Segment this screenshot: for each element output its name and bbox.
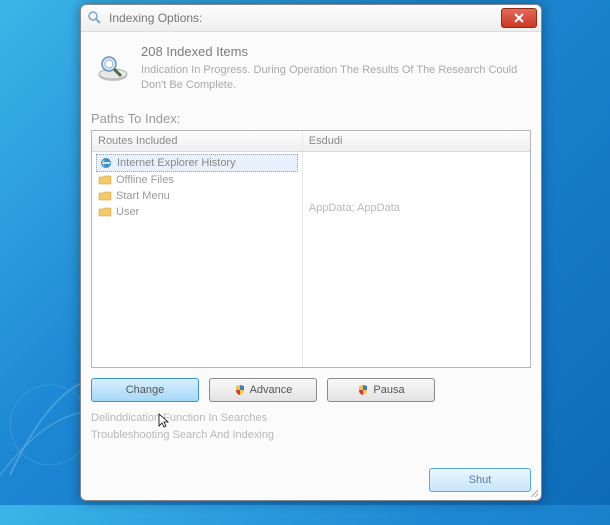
advanced-button[interactable]: Advance xyxy=(209,378,317,402)
list-item-label: Internet Explorer History xyxy=(117,157,236,169)
list-item-label: Start Menu xyxy=(116,190,170,202)
list-item-label: User xyxy=(116,206,139,218)
link-disable-indexing[interactable]: Delinddication Function In Searches xyxy=(91,410,531,428)
indexing-icon xyxy=(95,50,131,86)
change-button-label: Change xyxy=(126,384,165,396)
close-button[interactable] xyxy=(501,8,537,28)
magnifier-icon xyxy=(87,10,103,26)
locations-listview[interactable]: Routes Included Internet Explorer Histor… xyxy=(91,130,531,368)
window-title: Indexing Options: xyxy=(109,11,202,25)
list-item[interactable]: Offline Files xyxy=(96,172,298,188)
pause-button[interactable]: Pausa xyxy=(327,378,435,402)
ie-icon xyxy=(99,156,113,170)
shield-icon xyxy=(234,384,246,396)
column-header-included[interactable]: Routes Included xyxy=(92,131,302,152)
indexing-status: Indication In Progress. During Operation… xyxy=(141,63,527,93)
folder-icon xyxy=(98,205,112,219)
shut-button[interactable]: Shut xyxy=(429,468,531,492)
titlebar[interactable]: Indexing Options: xyxy=(81,5,541,32)
pause-button-label: Pausa xyxy=(373,384,404,396)
close-icon xyxy=(514,13,524,23)
column-header-exclude[interactable]: Esdudi xyxy=(303,131,530,152)
dialog-content: 208 Indexed Items Indication In Progress… xyxy=(81,32,541,451)
exclude-value: AppData; AppData xyxy=(303,152,530,214)
link-troubleshoot[interactable]: Troubleshooting Search And Indexing xyxy=(91,427,531,445)
folder-icon xyxy=(98,173,112,187)
list-item-label: Offline Files xyxy=(116,174,174,186)
change-button[interactable]: Change xyxy=(91,378,199,402)
section-label: Paths To Index: xyxy=(91,111,531,126)
list-item[interactable]: User xyxy=(96,204,298,220)
advanced-button-label: Advance xyxy=(250,384,293,396)
list-item[interactable]: Internet Explorer History xyxy=(96,154,298,172)
resize-grip[interactable] xyxy=(528,487,538,497)
shut-button-label: Shut xyxy=(469,474,492,486)
indexed-count: 208 Indexed Items xyxy=(141,44,527,59)
shield-icon xyxy=(357,384,369,396)
indexing-options-dialog: Indexing Options: 208 Indexed Items Indi… xyxy=(80,4,542,501)
list-item[interactable]: Start Menu xyxy=(96,188,298,204)
folder-icon xyxy=(98,189,112,203)
